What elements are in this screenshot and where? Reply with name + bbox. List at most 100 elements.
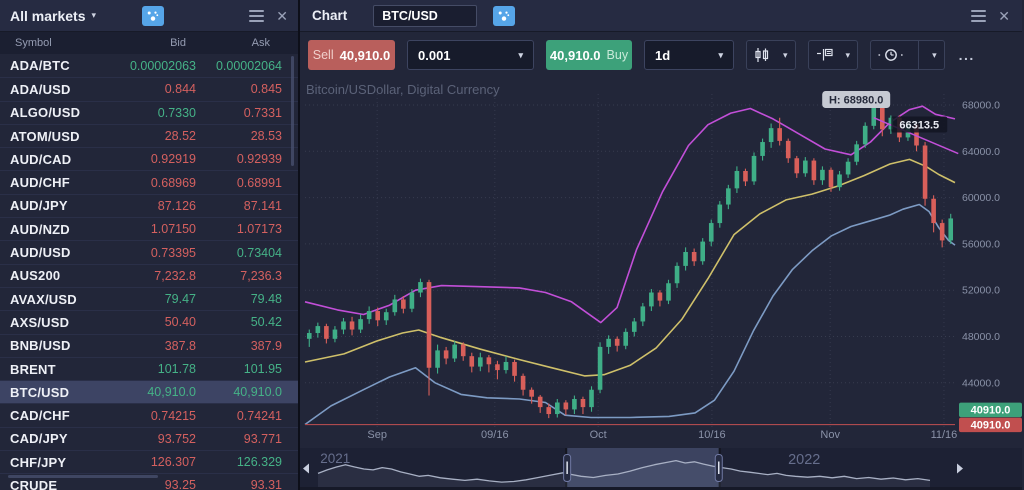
market-symbol: BRENT [0, 362, 106, 377]
market-row[interactable]: AUD/CAD0.929190.92939 [0, 147, 298, 170]
horizontal-scrollbar[interactable] [8, 475, 158, 478]
column-header-bid[interactable]: Bid [106, 37, 198, 49]
navigator-year-label: 2022 [788, 452, 820, 468]
chevron-down-icon: ▾ [932, 50, 937, 61]
svg-text:40910.0: 40910.0 [971, 420, 1011, 432]
ask-price: 0.74241 [198, 409, 298, 423]
bid-price: 28.52 [106, 129, 198, 143]
ask-price: 387.9 [198, 339, 298, 353]
clock-icon [871, 41, 911, 69]
ask-price: 0.92939 [198, 152, 298, 166]
markets-filter-dropdown[interactable]: All markets [10, 8, 85, 24]
market-symbol: ATOM/USD [0, 129, 106, 144]
chart-type-button[interactable]: ▾ [746, 40, 796, 70]
chevron-down-icon: ▾ [91, 10, 96, 21]
bid-price: 93.25 [106, 478, 198, 490]
markets-list: ADA/BTC0.000020630.00002064ADA/USD0.8440… [0, 54, 298, 490]
x-axis-label: Nov [820, 429, 840, 441]
market-row[interactable]: CAD/CHF0.742150.74241 [0, 403, 298, 426]
market-symbol: AUD/CHF [0, 175, 106, 190]
symbol-input[interactable] [373, 5, 477, 27]
market-row[interactable]: CAD/JPY93.75293.771 [0, 427, 298, 450]
chart-panel: Chart ✕ Sell 40,910.0 0.001 [300, 0, 1022, 490]
y-axis-label: 48000.0 [962, 331, 1000, 343]
market-row[interactable]: BTC/USD40,910.040,910.0 [0, 380, 298, 403]
y-axis-label: 52000.0 [962, 285, 1000, 297]
market-row[interactable]: AXS/USD50.4050.42 [0, 310, 298, 333]
markets-panel-header: All markets ▾ ✕ [0, 0, 298, 32]
bid-price: 40,910.0 [106, 385, 198, 399]
indicators-icon [816, 47, 833, 63]
timeframe-value: 1d [655, 48, 670, 63]
more-options-button[interactable]: ... [959, 47, 975, 63]
vertical-scrollbar[interactable] [291, 56, 294, 166]
x-axis-label: Sep [367, 429, 387, 441]
menu-icon[interactable] [971, 10, 986, 22]
buy-price: 40,910.0 [550, 48, 601, 63]
svg-text:66313.5: 66313.5 [899, 120, 939, 132]
ask-price: 79.48 [198, 292, 298, 306]
close-icon[interactable]: ✕ [276, 9, 288, 23]
chart-canvas[interactable]: 68000.064000.060000.056000.052000.048000… [300, 78, 1022, 448]
quantity-dropdown[interactable]: 0.001 ▾ [407, 40, 534, 70]
market-row[interactable]: ADA/BTC0.000020630.00002064 [0, 54, 298, 77]
market-row[interactable]: BNB/USD387.8387.9 [0, 334, 298, 357]
timeframe-dropdown[interactable]: 1d ▾ [644, 40, 734, 70]
column-header-symbol[interactable]: Symbol [0, 37, 106, 49]
bid-price: 126.307 [106, 455, 198, 469]
ask-price: 126.329 [198, 455, 298, 469]
bid-price: 87.126 [106, 199, 198, 213]
chart-navigator[interactable]: 20212022 [300, 448, 1022, 490]
indicators-button[interactable]: ▾ [808, 40, 859, 70]
chart-area: 68000.064000.060000.056000.052000.048000… [300, 78, 1022, 448]
market-row[interactable]: BRENT101.78101.95 [0, 357, 298, 380]
market-row[interactable]: ATOM/USD28.5228.53 [0, 124, 298, 147]
market-symbol: BTC/USD [0, 385, 106, 400]
chart-toolbar: Sell 40,910.0 0.001 ▾ 40,910.0 Buy 1d ▾ [300, 32, 1022, 78]
ask-price: 7,236.3 [198, 269, 298, 283]
ask-price: 87.141 [198, 199, 298, 213]
clock-dropdown-segment[interactable]: ▾ [918, 41, 944, 69]
market-symbol: CHF/JPY [0, 455, 106, 470]
market-row[interactable]: CHF/JPY126.307126.329 [0, 450, 298, 473]
menu-icon[interactable] [249, 10, 264, 22]
y-axis-label: 44000.0 [962, 377, 1000, 389]
chart-panel-title: Chart [312, 8, 347, 23]
bid-price: 101.78 [106, 362, 198, 376]
column-header-ask[interactable]: Ask [198, 37, 298, 49]
buy-button[interactable]: 40,910.0 Buy [546, 40, 632, 70]
chart-panel-header: Chart ✕ [300, 0, 1022, 32]
chevron-down-icon: ▾ [846, 50, 851, 61]
buy-label: Buy [607, 48, 629, 62]
market-row[interactable]: AUS2007,232.87,236.3 [0, 264, 298, 287]
market-symbol: CAD/JPY [0, 431, 106, 446]
market-row[interactable]: ADA/USD0.8440.845 [0, 77, 298, 100]
ask-price: 93.31 [198, 478, 298, 490]
markets-panel: All markets ▾ ✕ Symbol Bid Ask ADA/BTC0.… [0, 0, 300, 490]
market-symbol: AUD/JPY [0, 198, 106, 213]
period-separators-button[interactable]: ▾ [870, 40, 945, 70]
market-row[interactable]: AUD/CHF0.689690.68991 [0, 170, 298, 193]
ask-price: 93.771 [198, 432, 298, 446]
market-row[interactable]: AVAX/USD79.4779.48 [0, 287, 298, 310]
x-axis-label: 09/16 [481, 429, 509, 441]
market-row[interactable]: AUD/USD0.733950.73404 [0, 240, 298, 263]
link-icon[interactable] [142, 6, 164, 26]
ask-price: 0.00002064 [198, 59, 298, 73]
ask-price: 0.7331 [198, 106, 298, 120]
market-symbol: AUS200 [0, 268, 106, 283]
close-icon[interactable]: ✕ [998, 9, 1010, 23]
market-row[interactable]: AUD/JPY87.12687.141 [0, 194, 298, 217]
market-symbol: ADA/USD [0, 82, 106, 97]
market-symbol: ALGO/USD [0, 105, 106, 120]
bid-price: 0.73395 [106, 246, 198, 260]
link-icon[interactable] [493, 6, 515, 26]
bid-price: 7,232.8 [106, 269, 198, 283]
y-axis-label: 68000.0 [962, 100, 1000, 112]
x-axis-label: 11/16 [931, 429, 958, 441]
chevron-down-icon: ▾ [518, 50, 523, 61]
sell-button[interactable]: Sell 40,910.0 [308, 40, 395, 70]
market-row[interactable]: ALGO/USD0.73300.7331 [0, 101, 298, 124]
market-row[interactable]: AUD/NZD1.071501.07173 [0, 217, 298, 240]
svg-text:H: 68980.0: H: 68980.0 [829, 95, 883, 107]
